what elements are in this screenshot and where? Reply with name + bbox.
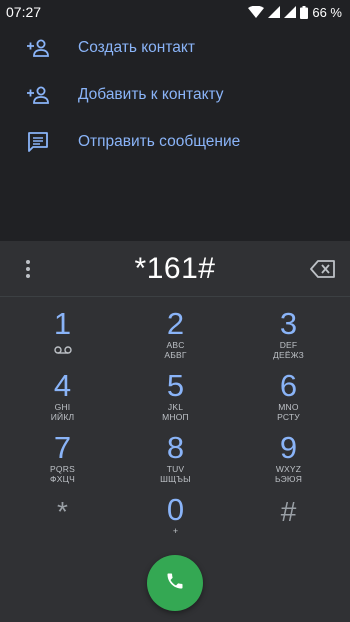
status-time: 07:27	[6, 4, 42, 20]
key-2[interactable]: 2 ABC АБВГ	[119, 305, 232, 367]
key-digit: 8	[166, 430, 185, 465]
key-1[interactable]: 1	[6, 305, 119, 367]
signal-icon	[268, 6, 281, 18]
signal-icon	[284, 6, 297, 18]
key-letters: TUV	[166, 464, 185, 474]
add-person-icon	[26, 36, 50, 60]
dialed-digits[interactable]: *161#	[135, 252, 216, 286]
digits-row: *161#	[0, 241, 350, 297]
message-icon	[26, 130, 50, 154]
wifi-icon	[248, 6, 265, 18]
key-letters-cyrillic: МНОП	[162, 412, 189, 422]
keypad: 1 2 ABC АБВГ 3 DEF ДЕЁЖЗ 4 GHI ИЙКЛ 5 JK…	[0, 305, 350, 553]
key-0[interactable]: 0 +	[119, 491, 232, 553]
key-letters: PQRS	[50, 464, 75, 474]
key-letters-cyrillic: ДЕЁЖЗ	[273, 350, 304, 360]
suggestion-label: Отправить сообщение	[78, 132, 241, 150]
battery-icon	[300, 5, 309, 19]
key-letters: WXYZ	[275, 464, 302, 474]
key-7[interactable]: 7 PQRS ФХЦЧ	[6, 429, 119, 491]
voicemail-icon	[53, 341, 72, 359]
key-letters-cyrillic: РСТУ	[277, 412, 300, 422]
status-bar: 07:27 66 %	[0, 0, 350, 24]
more-options-icon[interactable]	[16, 257, 40, 281]
key-letters-cyrillic: ИЙКЛ	[50, 412, 75, 422]
status-icons: 66 %	[248, 5, 342, 20]
key-letters: +	[172, 526, 179, 536]
suggestion-list: Создать контакт Добавить к контакту Отпр…	[0, 24, 350, 165]
suggestion-label: Создать контакт	[78, 38, 195, 56]
key-3[interactable]: 3 DEF ДЕЁЖЗ	[232, 305, 345, 367]
key-letters: DEF	[279, 340, 298, 350]
key-symbol: *	[57, 496, 68, 527]
create-contact-item[interactable]: Создать контакт	[0, 24, 350, 71]
add-person-icon	[26, 83, 50, 107]
key-letters-cyrillic: ШЩЪЫ	[160, 474, 191, 484]
key-9[interactable]: 9 WXYZ ЬЭЮЯ	[232, 429, 345, 491]
key-8[interactable]: 8 TUV ШЩЪЫ	[119, 429, 232, 491]
backspace-icon[interactable]	[310, 258, 336, 280]
dialpad-panel: *161# 1 2 ABC АБВГ 3 DEF ДЕЁЖЗ 4 GHI ИЙК…	[0, 241, 350, 622]
key-digit: 7	[53, 430, 72, 465]
send-message-item[interactable]: Отправить сообщение	[0, 118, 350, 165]
key-letters: JKL	[167, 402, 184, 412]
key-5[interactable]: 5 JKL МНОП	[119, 367, 232, 429]
key-digit: 0	[166, 492, 185, 527]
key-letters-cyrillic: ЬЭЮЯ	[274, 474, 303, 484]
key-digit: 9	[279, 430, 298, 465]
key-digit: 2	[166, 306, 185, 341]
suggestion-label: Добавить к контакту	[78, 85, 224, 103]
key-digit: 6	[279, 368, 298, 403]
key-digit: 4	[53, 368, 72, 403]
key-letters: ABC	[166, 340, 185, 350]
key-digit: 5	[166, 368, 185, 403]
battery-percent: 66 %	[312, 4, 342, 20]
key-letters-cyrillic: АБВГ	[164, 350, 187, 360]
key-hash[interactable]: #	[232, 491, 345, 553]
key-letters: MNO	[278, 402, 299, 412]
call-button[interactable]	[147, 555, 203, 611]
key-4[interactable]: 4 GHI ИЙКЛ	[6, 367, 119, 429]
key-letters: GHI	[54, 402, 71, 412]
phone-icon	[165, 571, 185, 596]
key-digit: 3	[279, 306, 298, 341]
key-star[interactable]: *	[6, 491, 119, 553]
key-symbol: #	[280, 496, 297, 527]
key-6[interactable]: 6 MNO РСТУ	[232, 367, 345, 429]
key-digit: 1	[53, 306, 72, 341]
add-to-contact-item[interactable]: Добавить к контакту	[0, 71, 350, 118]
dialer-screen: 07:27 66 % Создать контакт Добавить к ко…	[0, 0, 350, 622]
key-letters-cyrillic: ФХЦЧ	[50, 474, 75, 484]
